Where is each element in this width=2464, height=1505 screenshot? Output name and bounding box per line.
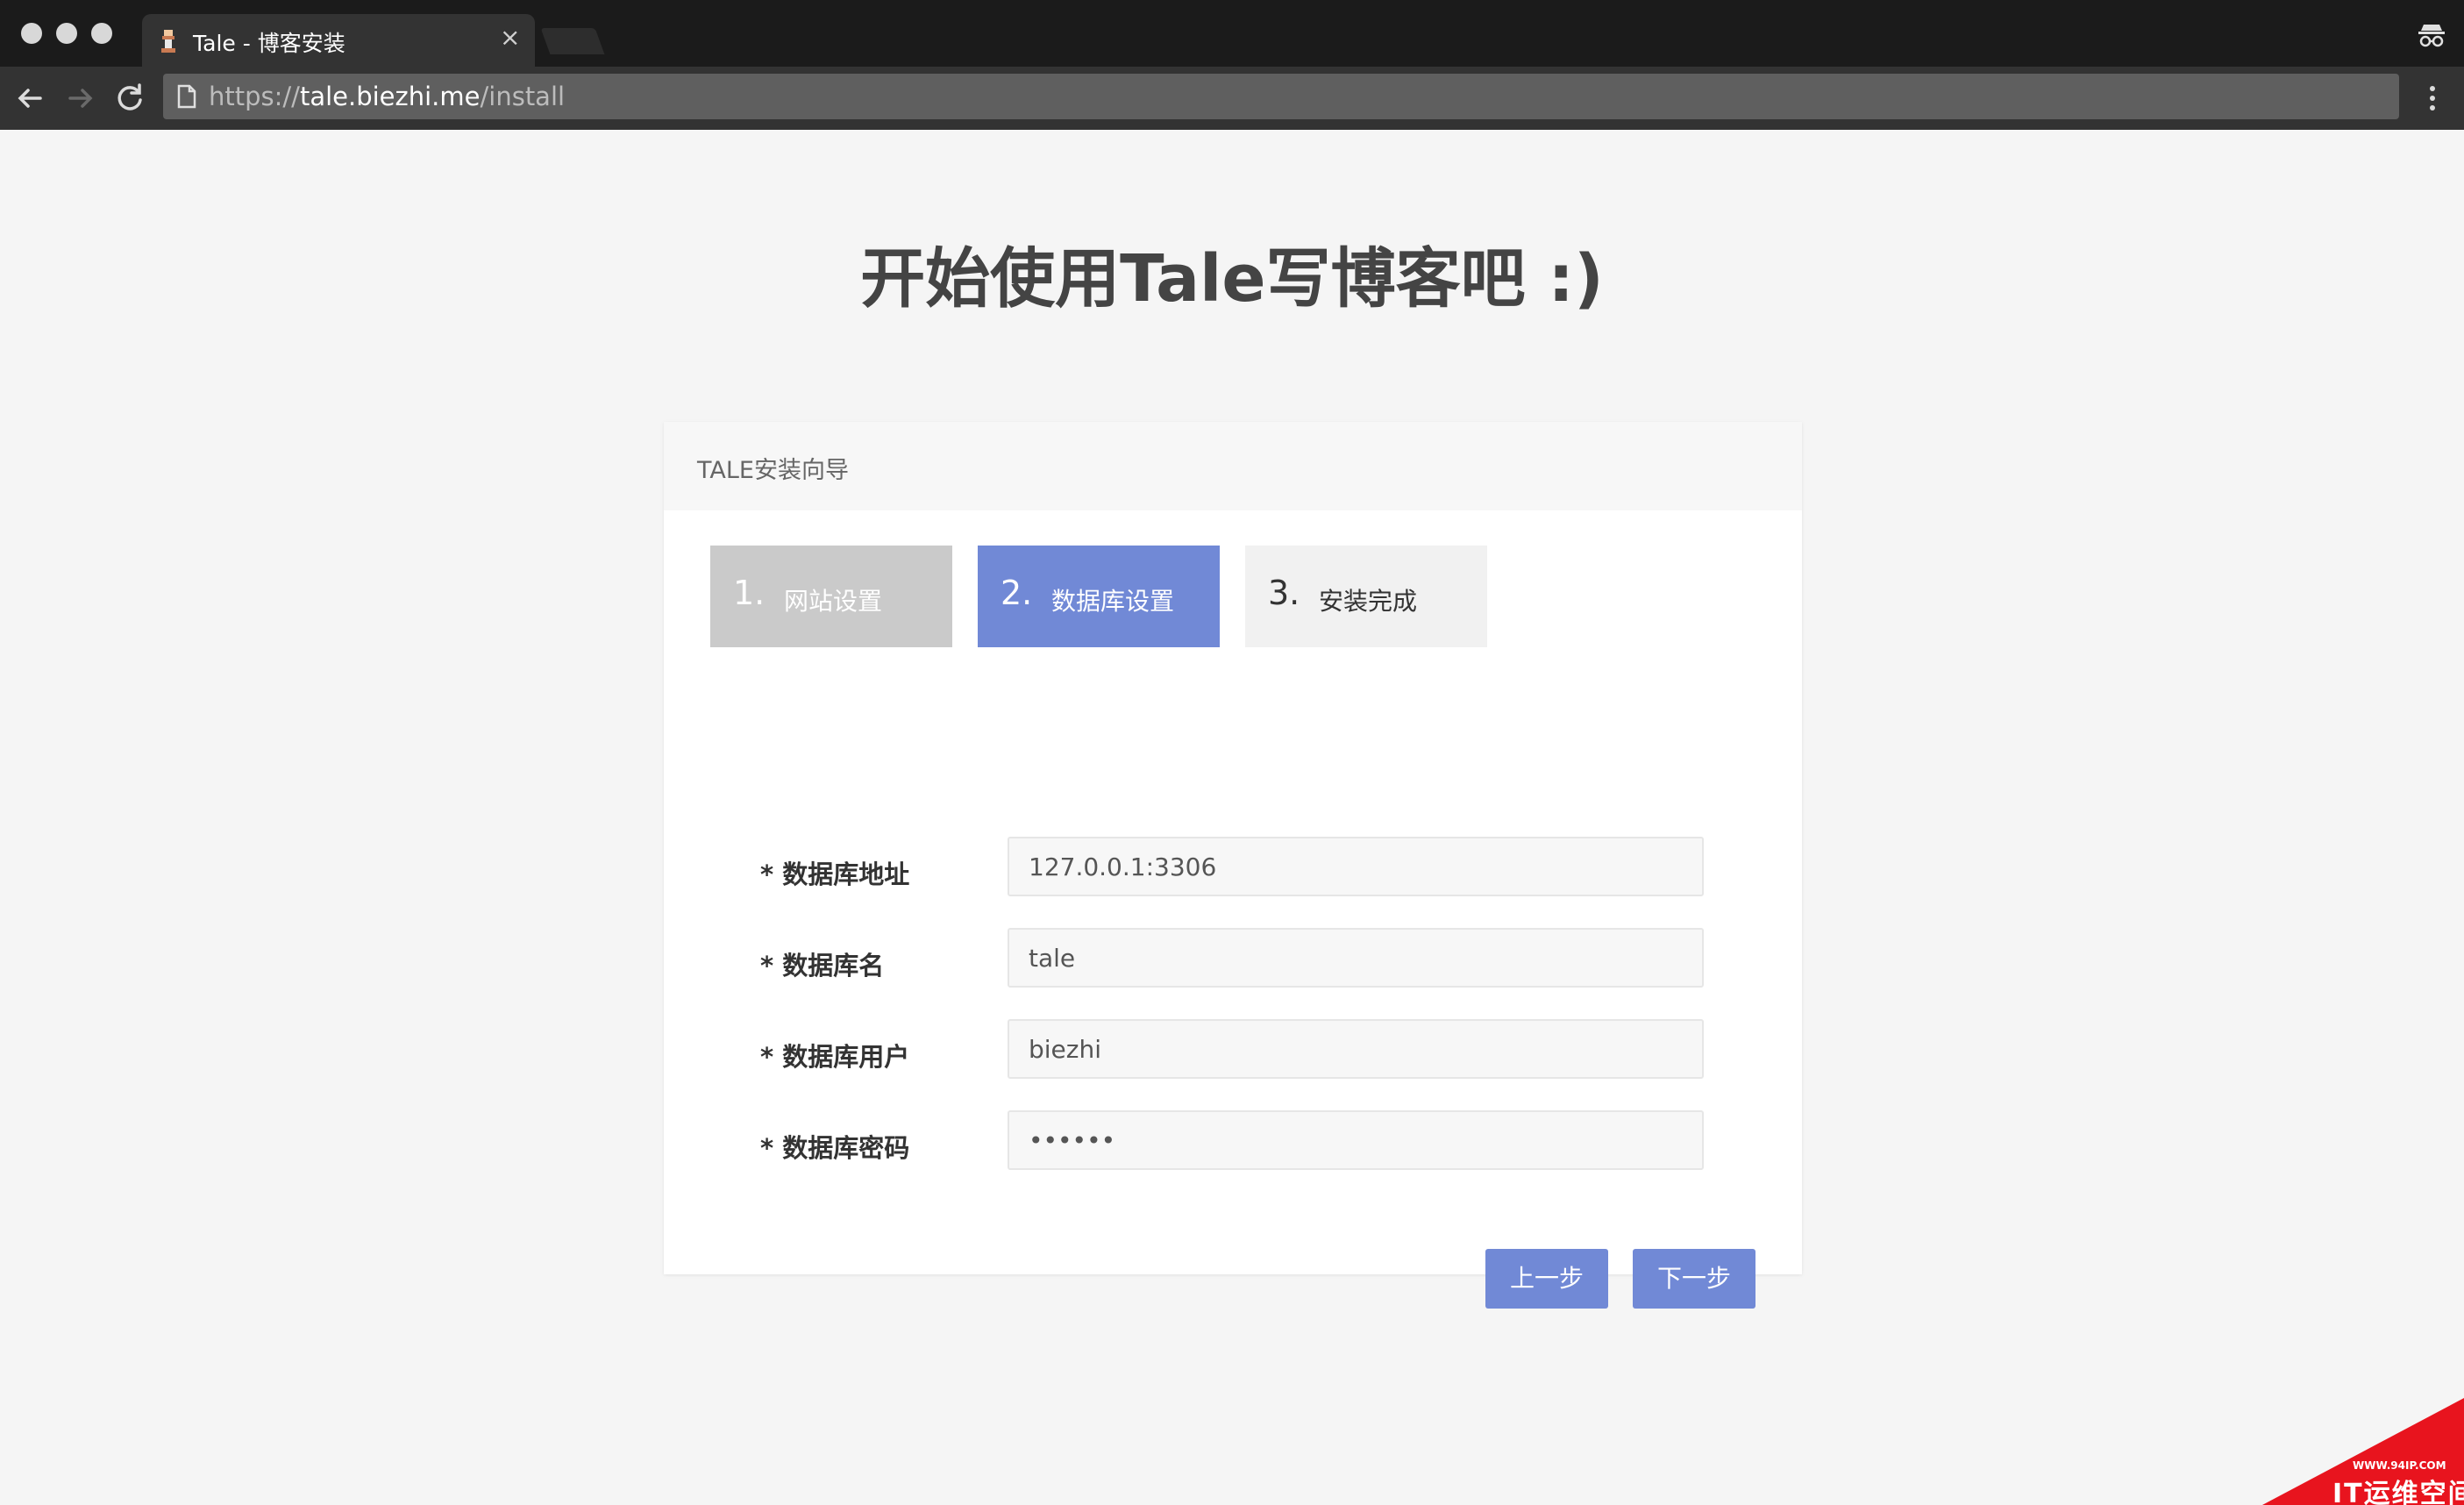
prev-step-button[interactable]: 上一步 <box>1485 1249 1608 1309</box>
url-scheme: https:// <box>209 82 300 111</box>
page-info-icon[interactable] <box>177 84 196 109</box>
tab-close-icon[interactable]: × <box>500 25 520 50</box>
maximize-window-button[interactable] <box>91 23 112 44</box>
page-title: 开始使用Tale写博客吧 :) <box>860 241 1604 317</box>
step-label: 数据库设置 <box>1051 587 1175 616</box>
minimize-window-button[interactable] <box>56 23 77 44</box>
back-arrow-icon[interactable] <box>12 81 47 116</box>
step-number: 1. <box>733 574 766 612</box>
browser-toolbar: https://tale.biezhi.me/install <box>0 67 2464 130</box>
wizard-header: TALE安装向导 <box>664 422 1802 510</box>
forward-arrow-icon[interactable] <box>63 81 98 116</box>
browser-chrome: Tale - 博客安装 × https://tale.biezhi.me/ins… <box>0 0 2464 130</box>
page-body: 开始使用Tale写博客吧 :) TALE安装向导 1. 网站设置 2. 数据库设… <box>0 130 2464 1505</box>
db-user-label: * 数据库用户 <box>760 1042 910 1072</box>
new-tab-button[interactable] <box>540 28 605 54</box>
reload-icon[interactable] <box>112 81 147 116</box>
browser-tab-active[interactable]: Tale - 博客安装 × <box>142 14 535 68</box>
db-host-input[interactable] <box>1008 837 1704 896</box>
close-window-button[interactable] <box>21 23 42 44</box>
url-host: tale.biezhi.me <box>299 82 481 111</box>
url-path: /install <box>480 82 566 111</box>
url-text: https://tale.biezhi.me/install <box>209 82 565 111</box>
install-wizard-card: TALE安装向导 1. 网站设置 2. 数据库设置 3. 安装完成 * 数据库地… <box>664 422 1802 1309</box>
db-name-label: * 数据库名 <box>760 951 885 981</box>
browser-menu-icon[interactable] <box>2422 81 2443 116</box>
tale-favicon-icon <box>161 30 175 53</box>
next-step-button[interactable]: 下一步 <box>1633 1249 1755 1309</box>
step-install-complete[interactable]: 3. 安装完成 <box>1245 546 1487 647</box>
db-password-input[interactable] <box>1008 1110 1704 1170</box>
tab-title: Tale - 博客安装 <box>193 31 345 56</box>
watermark-url: WWW.94IP.COM <box>2353 1459 2446 1472</box>
step-label: 网站设置 <box>784 587 883 616</box>
step-number: 3. <box>1268 574 1300 612</box>
db-host-label: * 数据库地址 <box>760 859 910 889</box>
db-user-input[interactable] <box>1008 1019 1704 1079</box>
incognito-icon <box>2418 25 2445 47</box>
db-name-input[interactable] <box>1008 928 1704 988</box>
watermark-text: IT运维空间 <box>2332 1479 2464 1505</box>
step-site-settings[interactable]: 1. 网站设置 <box>710 546 952 647</box>
step-number: 2. <box>1001 574 1033 612</box>
tab-bar: Tale - 博客安装 × <box>0 0 2464 68</box>
address-bar[interactable]: https://tale.biezhi.me/install <box>163 74 2399 119</box>
step-label: 安装完成 <box>1319 587 1418 616</box>
db-password-label: * 数据库密码 <box>760 1133 910 1163</box>
step-database-settings[interactable]: 2. 数据库设置 <box>978 546 1220 647</box>
wizard-header-title: TALE安装向导 <box>697 457 849 484</box>
